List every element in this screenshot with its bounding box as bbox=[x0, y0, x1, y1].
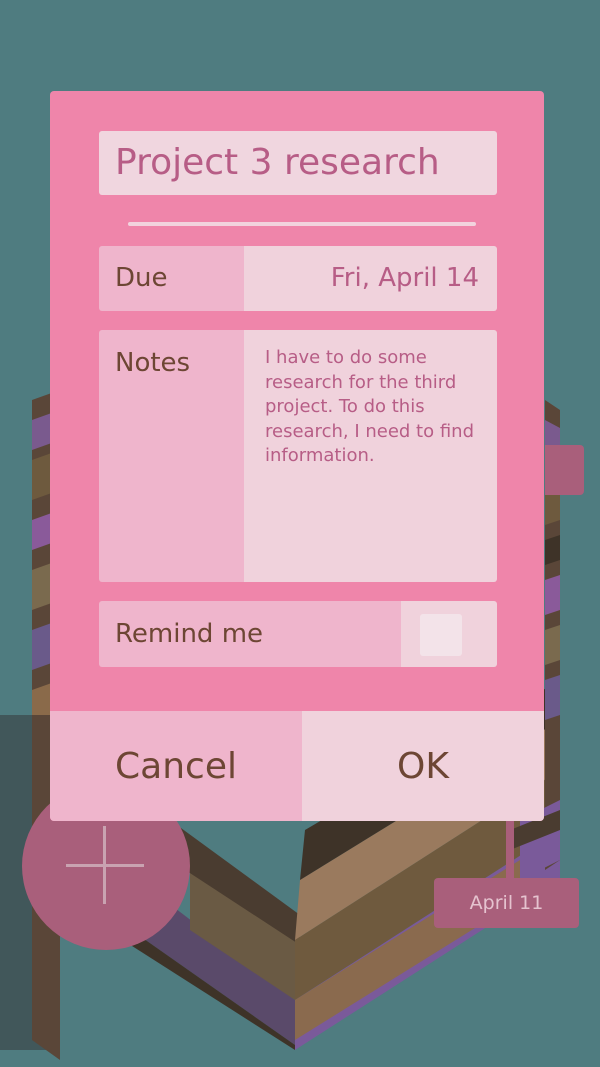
due-label: Due bbox=[99, 246, 244, 311]
divider bbox=[128, 222, 476, 226]
date-tag[interactable]: April 11 bbox=[434, 878, 579, 928]
due-row[interactable]: Due Fri, April 14 bbox=[99, 246, 497, 311]
shadow bbox=[0, 1050, 600, 1067]
plus-icon bbox=[103, 826, 106, 904]
cancel-button[interactable]: Cancel bbox=[50, 711, 302, 821]
task-title-input[interactable]: Project 3 research bbox=[99, 131, 497, 195]
notes-textarea[interactable]: I have to do some research for the third… bbox=[244, 330, 497, 582]
task-dialog: Project 3 research Due Fri, April 14 Not… bbox=[50, 91, 544, 821]
ok-button[interactable]: OK bbox=[302, 711, 544, 821]
due-date-field[interactable]: Fri, April 14 bbox=[244, 246, 497, 311]
remind-checkbox[interactable] bbox=[420, 614, 462, 656]
notes-label: Notes bbox=[99, 330, 244, 582]
date-tag-stem bbox=[506, 818, 514, 882]
side-tab bbox=[545, 445, 584, 495]
remind-label: Remind me bbox=[99, 601, 401, 667]
remind-toggle-area[interactable] bbox=[401, 601, 497, 667]
notes-row: Notes I have to do some research for the… bbox=[99, 330, 497, 582]
remind-row[interactable]: Remind me bbox=[99, 601, 497, 667]
